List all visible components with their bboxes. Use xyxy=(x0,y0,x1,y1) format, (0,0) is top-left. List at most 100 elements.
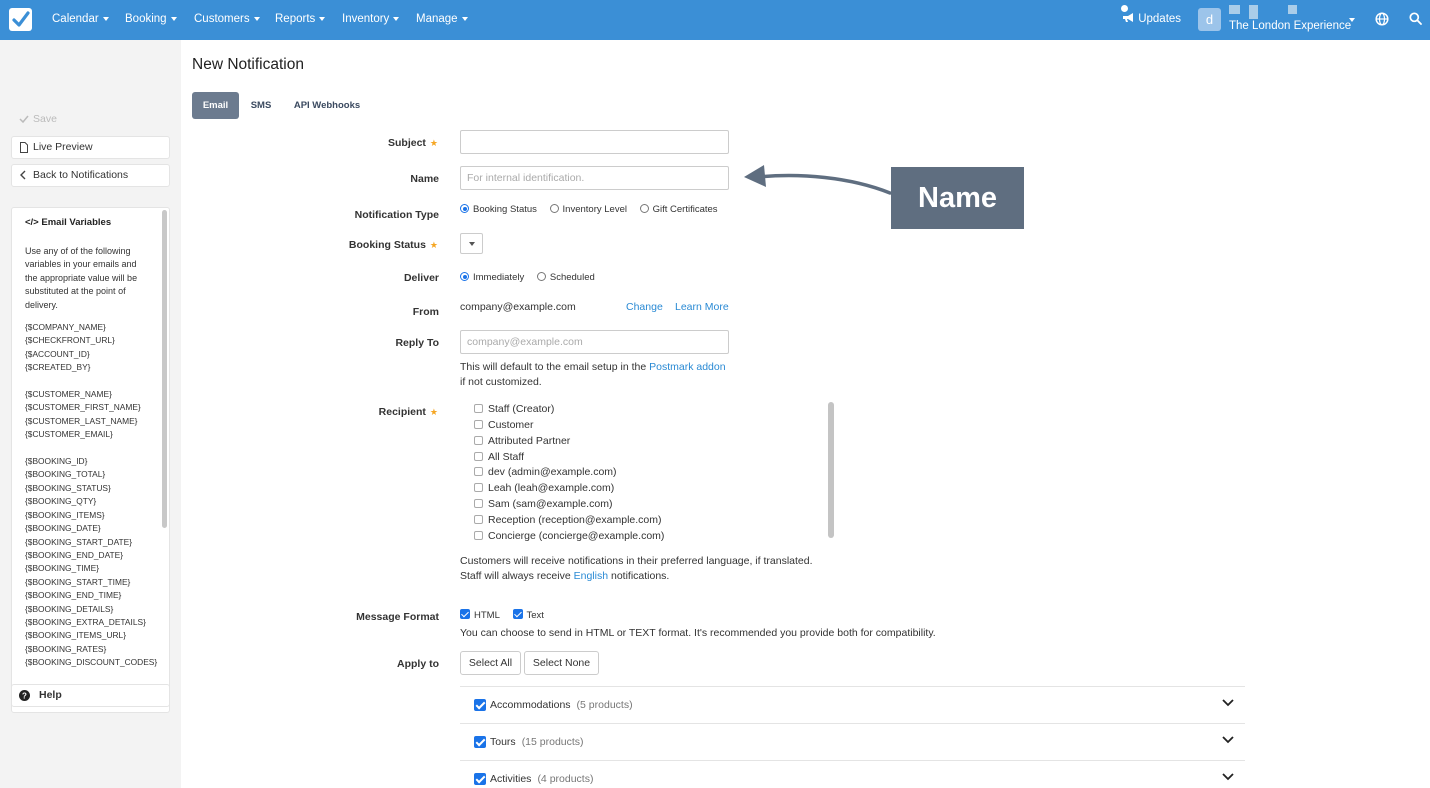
checkbox-text[interactable]: Text xyxy=(512,609,544,621)
variable-item[interactable]: {$BOOKING_START_TIME} xyxy=(25,576,158,589)
globe-icon[interactable] xyxy=(1375,12,1389,26)
save-button[interactable]: Save xyxy=(11,108,170,131)
postmark-addon-link[interactable]: Postmark addon xyxy=(649,361,725,373)
recipient-option[interactable]: Customer xyxy=(474,419,534,431)
variable-item[interactable]: {$CREATED_BY} xyxy=(25,361,158,374)
reply-to-help: This will default to the email setup in … xyxy=(460,361,726,373)
change-link[interactable]: Change xyxy=(626,301,663,313)
avatar[interactable]: d xyxy=(1198,8,1221,31)
nav-customers[interactable]: Customers xyxy=(194,13,260,25)
email-variables-panel[interactable]: </> Email Variables Use any of of the fo… xyxy=(11,207,170,713)
recipient-option[interactable]: Sam (sam@example.com) xyxy=(474,498,612,510)
category-checkbox[interactable] xyxy=(474,773,486,785)
variable-item[interactable]: {$BOOKING_EXTRA_DETAILS} xyxy=(25,616,158,629)
reply-to-label: Reply To xyxy=(395,337,439,349)
subject-input[interactable] xyxy=(460,130,729,154)
english-link[interactable]: English xyxy=(574,570,608,582)
variable-item[interactable]: {$BOOKING_START_DATE} xyxy=(25,536,158,549)
nav-manage[interactable]: Manage xyxy=(416,13,468,25)
variable-item[interactable]: {$BOOKING_ID} xyxy=(25,455,158,468)
file-icon xyxy=(20,142,28,153)
variable-item[interactable]: {$BOOKING_TOTAL} xyxy=(25,468,158,481)
name-input[interactable]: For internal identification. xyxy=(460,166,729,190)
nav-booking[interactable]: Booking xyxy=(125,13,177,25)
category-checkbox[interactable] xyxy=(474,736,486,748)
from-value: company@example.com xyxy=(460,301,576,313)
variable-item[interactable]: {$ACCOUNT_ID} xyxy=(25,348,158,361)
variable-item[interactable]: {$BOOKING_END_TIME} xyxy=(25,589,158,602)
category-checkbox[interactable] xyxy=(474,699,486,711)
language-help-2: Staff will always receive English notifi… xyxy=(460,570,670,582)
tab-email[interactable]: Email xyxy=(192,92,239,119)
tab-sms[interactable]: SMS xyxy=(243,92,279,119)
select-none-button[interactable]: Select None xyxy=(524,651,599,675)
variable-item[interactable]: {$CHECKFRONT_URL} xyxy=(25,334,158,347)
category-row-tours[interactable]: Tours (15 products) xyxy=(460,723,1245,760)
radio-inventory-level[interactable]: Inventory Level xyxy=(549,204,627,215)
booking-status-select[interactable] xyxy=(460,233,483,254)
reply-to-input[interactable]: company@example.com xyxy=(460,330,729,354)
radio-gift-certificates[interactable]: Gift Certificates xyxy=(639,204,718,215)
back-to-notifications-button[interactable]: Back to Notifications xyxy=(11,164,170,187)
variable-item[interactable]: {$BOOKING_DETAILS} xyxy=(25,603,158,616)
required-star-icon: ★ xyxy=(429,138,438,148)
updates-button[interactable]: Updates xyxy=(1122,12,1181,25)
category-row-activities[interactable]: Activities (4 products) xyxy=(460,760,1245,788)
chevron-down-icon[interactable] xyxy=(1349,18,1355,22)
nav-inventory[interactable]: Inventory xyxy=(342,13,400,25)
category-count: (5 products) xyxy=(576,699,633,711)
help-button[interactable]: ? Help xyxy=(11,684,170,707)
variable-item[interactable]: {$CUSTOMER_FIRST_NAME} xyxy=(25,401,158,414)
chevron-down-icon[interactable] xyxy=(1222,699,1234,707)
variable-item[interactable]: {$COMPANY_NAME} xyxy=(25,321,158,334)
chevron-down-icon[interactable] xyxy=(1222,773,1234,781)
variable-item[interactable]: {$CUSTOMER_LAST_NAME} xyxy=(25,415,158,428)
radio-booking-status[interactable]: Booking Status xyxy=(460,204,537,215)
learn-more-link[interactable]: Learn More xyxy=(675,301,729,313)
radio-immediately[interactable]: Immediately xyxy=(460,272,524,283)
select-all-button[interactable]: Select All xyxy=(460,651,521,675)
nav-calendar[interactable]: Calendar xyxy=(52,13,109,25)
checkbox-html[interactable]: HTML xyxy=(460,609,500,621)
recipient-option[interactable]: Concierge (concierge@example.com) xyxy=(474,530,664,542)
category-row-accommodations[interactable]: Accommodations (5 products) xyxy=(460,686,1245,723)
category-count: (15 products) xyxy=(521,736,584,748)
recipient-option[interactable]: All Staff xyxy=(474,451,524,463)
variable-item[interactable]: {$BOOKING_DISCOUNT_CODES} xyxy=(25,656,158,669)
check-icon xyxy=(19,115,29,124)
recipient-option[interactable]: dev (admin@example.com) xyxy=(474,466,617,478)
nav-reports[interactable]: Reports xyxy=(275,13,326,25)
recipient-scrollbar[interactable] xyxy=(828,402,834,538)
variable-item[interactable]: {$BOOKING_TIME} xyxy=(25,562,158,575)
category-name: Tours xyxy=(490,736,516,748)
tab-api-webhooks[interactable]: API Webhooks xyxy=(287,92,367,119)
variable-item[interactable]: {$BOOKING_ITEMS_URL} xyxy=(25,629,158,642)
variables-scrollbar[interactable] xyxy=(162,210,167,528)
category-name: Accommodations xyxy=(490,699,571,711)
chevron-down-icon xyxy=(319,16,326,21)
variables-group-customer: {$CUSTOMER_NAME} {$CUSTOMER_FIRST_NAME} … xyxy=(25,388,158,442)
subject-label: Subject ★ xyxy=(387,137,438,149)
variable-item[interactable]: {$CUSTOMER_NAME} xyxy=(25,388,158,401)
variable-item[interactable]: {$BOOKING_DATE} xyxy=(25,522,158,535)
checkfront-logo-icon[interactable] xyxy=(9,8,32,31)
variable-item[interactable]: {$BOOKING_STATUS} xyxy=(25,482,158,495)
variable-item[interactable]: {$BOOKING_QTY} xyxy=(25,495,158,508)
recipient-option[interactable]: Attributed Partner xyxy=(474,435,570,447)
recipient-option[interactable]: Leah (leah@example.com) xyxy=(474,482,614,494)
chevron-down-icon[interactable] xyxy=(1222,736,1234,744)
variable-item[interactable]: {$CUSTOMER_EMAIL} xyxy=(25,428,158,441)
notification-dot xyxy=(1121,5,1128,12)
variable-item[interactable]: {$BOOKING_RATES} xyxy=(25,643,158,656)
account-name[interactable]: The London Experience xyxy=(1229,20,1351,32)
search-icon[interactable] xyxy=(1409,12,1422,25)
variable-item[interactable]: {$BOOKING_ITEMS} xyxy=(25,509,158,522)
recipient-option[interactable]: Reception (reception@example.com) xyxy=(474,514,662,526)
radio-scheduled[interactable]: Scheduled xyxy=(536,272,595,283)
language-help: Customers will receive notifications in … xyxy=(460,555,813,567)
variable-item[interactable]: {$BOOKING_END_DATE} xyxy=(25,549,158,562)
recipient-list[interactable]: Staff (Creator) Customer Attributed Part… xyxy=(460,400,838,542)
recipient-option[interactable]: Staff (Creator) xyxy=(474,403,554,415)
recipient-label: Recipient ★ xyxy=(378,406,438,418)
live-preview-button[interactable]: Live Preview xyxy=(11,136,170,159)
